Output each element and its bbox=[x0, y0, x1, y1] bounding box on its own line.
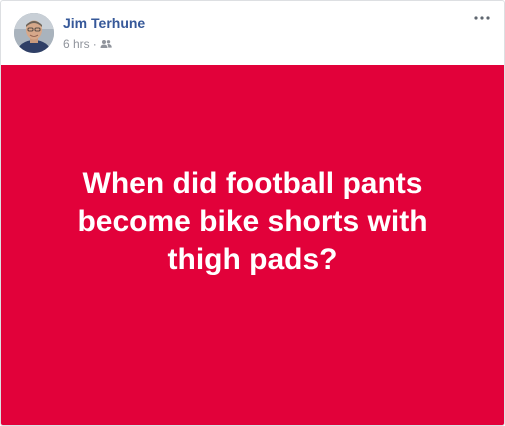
post-meta: 6 hrs · bbox=[63, 37, 112, 51]
more-options-icon[interactable] bbox=[472, 11, 492, 25]
friends-icon[interactable] bbox=[100, 39, 112, 49]
meta-separator: · bbox=[92, 37, 97, 51]
post-timestamp[interactable]: 6 hrs bbox=[63, 37, 90, 51]
post-header: Jim Terhune 6 hrs · bbox=[1, 1, 504, 65]
colored-status-background[interactable]: When did football pants become bike shor… bbox=[1, 65, 504, 425]
author-avatar[interactable] bbox=[14, 13, 54, 53]
feed-post: Jim Terhune 6 hrs · When did football pa… bbox=[0, 0, 505, 426]
author-name[interactable]: Jim Terhune bbox=[63, 15, 145, 31]
status-text: When did football pants become bike shor… bbox=[77, 167, 428, 276]
profile-photo-icon bbox=[14, 13, 54, 53]
